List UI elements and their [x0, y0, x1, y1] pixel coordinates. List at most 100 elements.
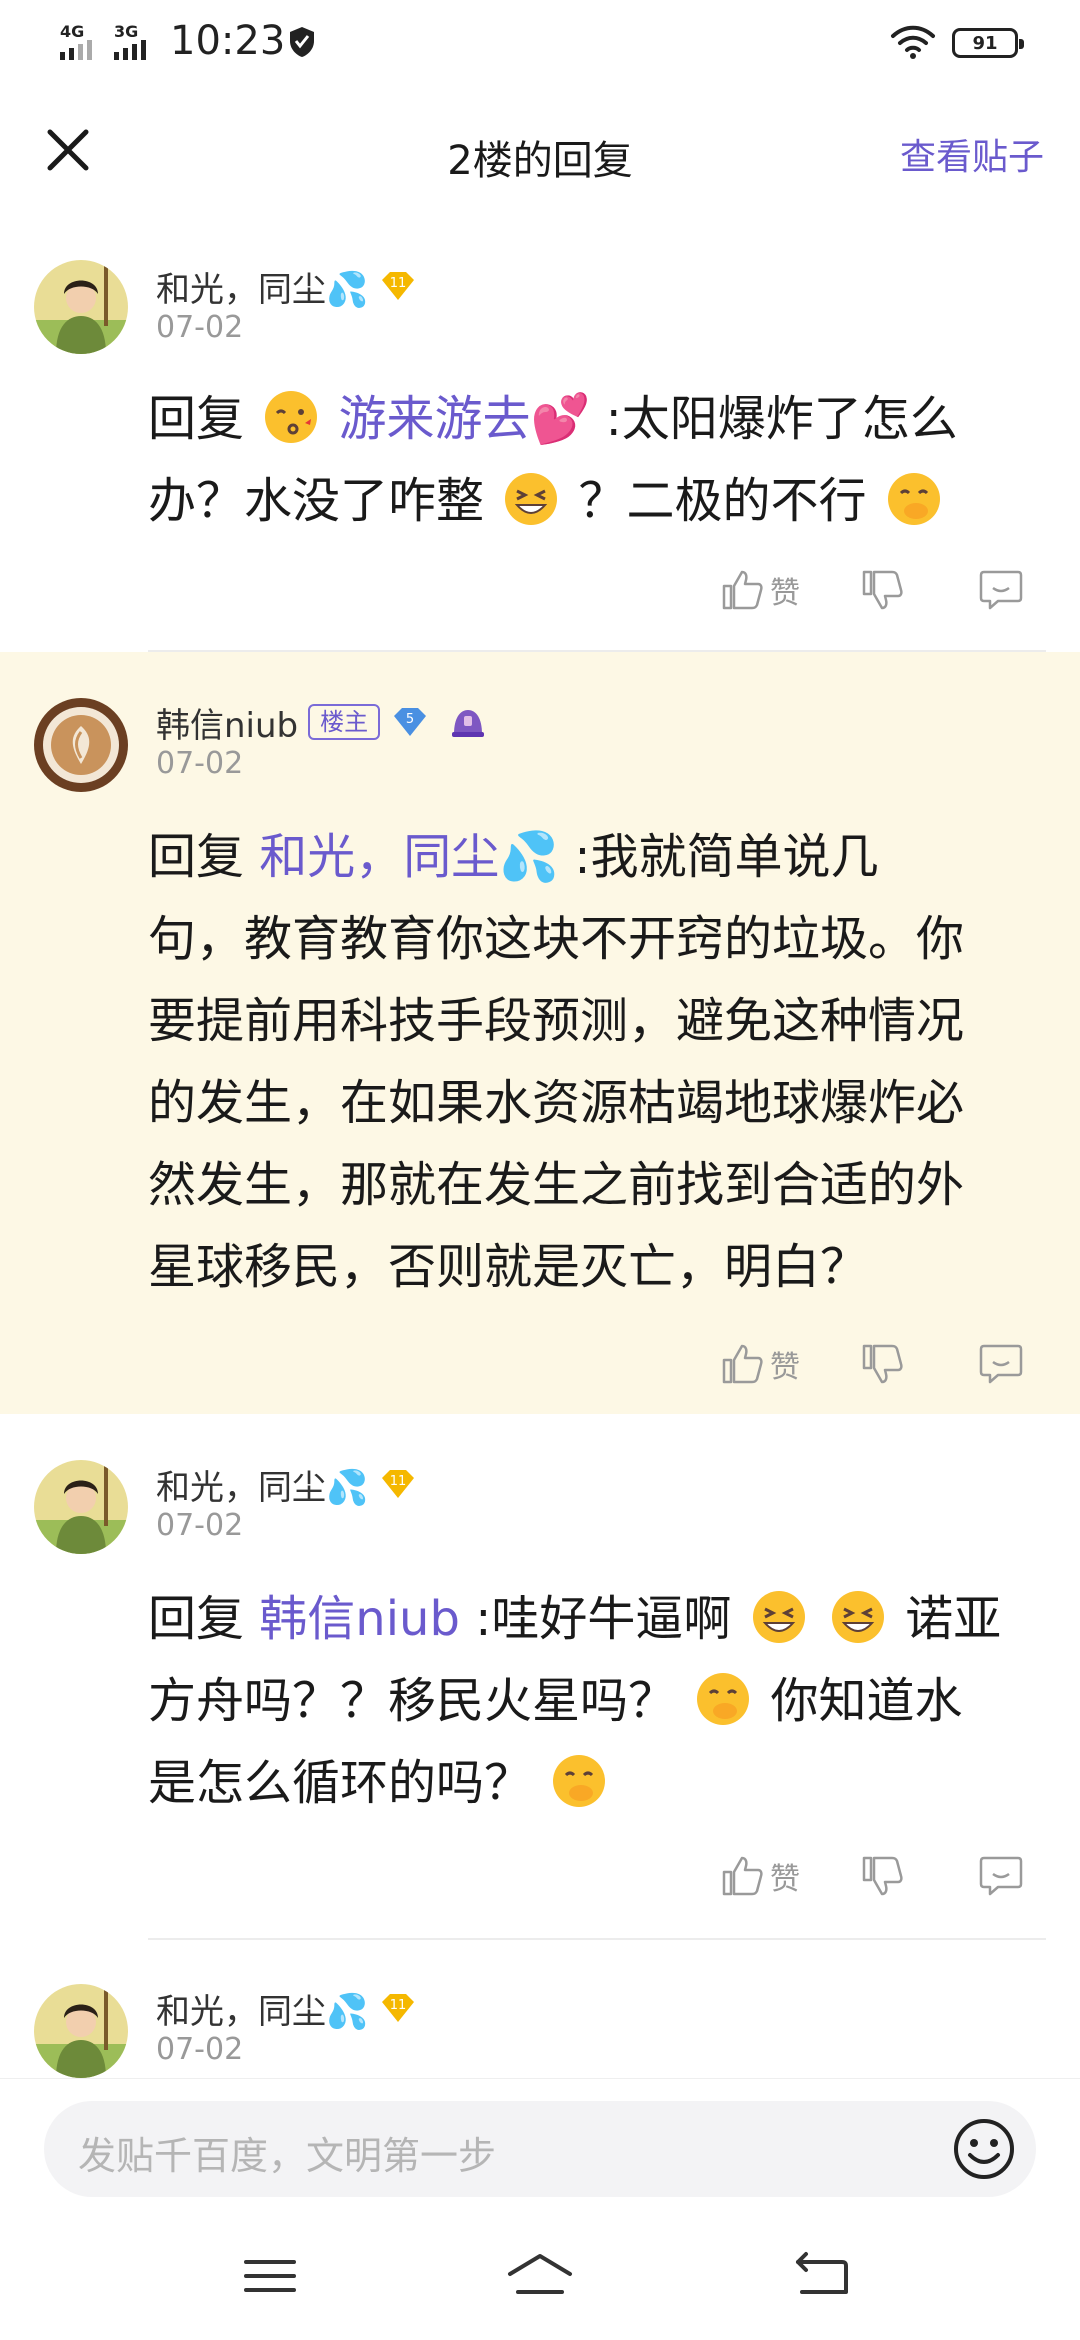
reply-text-line: 你知道水 — [770, 1673, 963, 1729]
reply-content: 回复 和光，同尘💦 :我就简单说几 句，教育教育你这块不开窍的垃圾。你 要提前用… — [148, 816, 1038, 1308]
status-time: 10:23 — [170, 18, 286, 64]
reply-date: 07-02 — [156, 1508, 244, 1543]
like-button[interactable]: 赞 — [720, 1336, 800, 1392]
cellular-signal-3g-icon: 3G — [114, 22, 158, 62]
reply-item: 和光，同尘💦 11 07-02 — [0, 1940, 1080, 2078]
level-number: 11 — [390, 1998, 407, 2013]
level-badge: 11 — [382, 272, 415, 300]
level-badge: 11 — [382, 1994, 415, 2022]
cellular-signal-4g-icon: 4G — [60, 22, 104, 62]
like-label: 赞 — [770, 1862, 800, 1897]
reply-actions: 赞 — [720, 562, 1050, 622]
hand-over-mouth-emoji-icon — [887, 473, 940, 525]
reply-input[interactable]: 发贴千百度，文明第一步 — [44, 2101, 1036, 2197]
reply-item-owner: 韩信niub 楼主 5 07-02 回复 和光，同尘💦 :我就简单说几 句，教育… — [0, 652, 1080, 1414]
reply-date: 07-02 — [156, 310, 244, 345]
reply-prefix: 回复 — [148, 829, 245, 885]
reply-text-line: ？二极的不行 — [578, 473, 867, 529]
reply-text-line: :太阳爆炸了怎么 — [605, 391, 958, 447]
back-icon[interactable] — [790, 2248, 854, 2304]
system-nav-bar — [0, 2214, 1080, 2340]
reply-content: 回复 游来游去💕 :太阳爆炸了怎么 办？水没了咋整 ？二极的不行 — [148, 378, 1038, 542]
home-icon[interactable] — [504, 2248, 576, 2304]
username[interactable]: 和光，同尘💦 — [156, 262, 368, 311]
wifi-icon — [891, 25, 935, 59]
comment-button[interactable] — [978, 562, 1024, 618]
reply-date: 07-02 — [156, 2032, 244, 2067]
reply-text-line: :哇好牛逼啊 — [475, 1591, 732, 1647]
avatar[interactable] — [34, 260, 128, 354]
thumbs-down-icon — [862, 1856, 903, 1896]
reply-text-line: :我就简单说几 — [574, 829, 879, 885]
thumbs-up-icon — [722, 570, 763, 610]
page-header: 2楼的回复 查看贴子 — [0, 100, 1080, 200]
dislike-button[interactable] — [860, 1848, 904, 1904]
battery-indicator: 91 — [952, 28, 1024, 58]
reply-actions: 赞 — [720, 1336, 1050, 1396]
view-post-link[interactable]: 查看贴子 — [900, 128, 1044, 180]
username[interactable]: 韩信niub — [156, 698, 298, 747]
reply-item: 和光，同尘💦 11 07-02 回复 韩信niub :哇好牛逼啊 诺亚 方舟吗？… — [0, 1414, 1080, 1938]
dislike-button[interactable] — [860, 1336, 904, 1392]
network-type-4g: 4G — [60, 22, 85, 41]
hand-over-mouth-emoji-icon — [697, 1673, 750, 1725]
comment-button[interactable] — [978, 1848, 1024, 1904]
reply-date: 07-02 — [156, 746, 244, 781]
user-info: 和光，同尘💦 11 — [156, 1984, 418, 2032]
thumbs-up-icon — [722, 1344, 763, 1384]
reply-prefix: 回复 — [148, 391, 245, 447]
like-label: 赞 — [770, 1350, 800, 1385]
avatar[interactable] — [34, 1984, 128, 2078]
reply-text-line: 方舟吗？？移民火星吗？ — [148, 1673, 677, 1729]
grinning-squint-emoji-icon — [505, 473, 558, 525]
network-type-3g: 3G — [114, 22, 139, 41]
reply-text-line: 要提前用科技手段预测，避免这种情况 — [148, 993, 965, 1049]
reply-text-line: 然发生，那就在发生之前找到合适的外 — [148, 1157, 965, 1213]
input-placeholder: 发贴千百度，文明第一步 — [78, 2134, 497, 2178]
grinning-squint-emoji-icon — [831, 1591, 884, 1643]
reply-item: 和光，同尘💦 11 07-02 回复 游来游去💕 :太阳爆炸了怎么 办？水没了咋… — [0, 240, 1080, 650]
user-info: 韩信niub 楼主 5 — [156, 698, 488, 746]
reply-text-line: 句，教育教育你这块不开窍的垃圾。你 — [148, 911, 965, 967]
reply-text-line: 办？水没了咋整 — [148, 473, 485, 529]
level-number: 11 — [390, 1474, 407, 1489]
reply-text-line: 是怎么循环的吗？ — [148, 1755, 533, 1811]
level-badge: 5 — [394, 708, 427, 736]
shield-icon — [290, 27, 314, 57]
thumbs-up-icon — [722, 1856, 763, 1896]
smile-icon[interactable] — [952, 2117, 1016, 2181]
owner-badge: 楼主 — [308, 704, 381, 740]
reply-prefix: 回复 — [148, 1591, 245, 1647]
reply-input-bar: 发贴千百度，文明第一步 — [0, 2078, 1080, 2214]
mentioned-user[interactable]: 韩信niub — [259, 1591, 460, 1647]
thumbs-down-icon — [862, 570, 903, 610]
level-number: 5 — [406, 712, 414, 727]
comment-button[interactable] — [978, 1336, 1024, 1392]
battery-level: 91 — [972, 32, 998, 54]
dislike-button[interactable] — [860, 562, 904, 618]
comment-icon — [979, 570, 1023, 610]
comment-icon — [979, 1344, 1023, 1384]
mentioned-user[interactable]: 游来游去💕 — [339, 391, 591, 447]
like-label: 赞 — [770, 576, 800, 611]
reply-text-line: 的发生，在如果水资源枯竭地球爆炸必 — [148, 1075, 965, 1131]
user-info: 和光，同尘💦 11 — [156, 1460, 418, 1508]
hand-over-mouth-emoji-icon — [553, 1755, 606, 1807]
reply-text-line: 诺亚 — [905, 1591, 1002, 1647]
username[interactable]: 和光，同尘💦 — [156, 1984, 368, 2033]
reply-actions: 赞 — [720, 1848, 1050, 1908]
reply-text-line: 星球移民，否则就是灭亡，明白？ — [148, 1239, 869, 1295]
like-button[interactable]: 赞 — [720, 1848, 800, 1904]
menu-icon[interactable] — [238, 2248, 302, 2304]
like-button[interactable]: 赞 — [720, 562, 800, 618]
avatar[interactable] — [34, 1460, 128, 1554]
reply-content: 回复 韩信niub :哇好牛逼啊 诺亚 方舟吗？？移民火星吗？ 你知道水 是怎么… — [148, 1578, 1038, 1824]
level-number: 11 — [390, 276, 407, 291]
comment-icon — [979, 1856, 1023, 1896]
user-info: 和光，同尘💦 11 — [156, 262, 418, 310]
mentioned-user[interactable]: 和光，同尘💦 — [259, 829, 559, 885]
level-badge: 11 — [382, 1470, 415, 1498]
member-badge-icon — [452, 710, 485, 737]
avatar[interactable] — [34, 698, 128, 792]
username[interactable]: 和光，同尘💦 — [156, 1460, 368, 1509]
